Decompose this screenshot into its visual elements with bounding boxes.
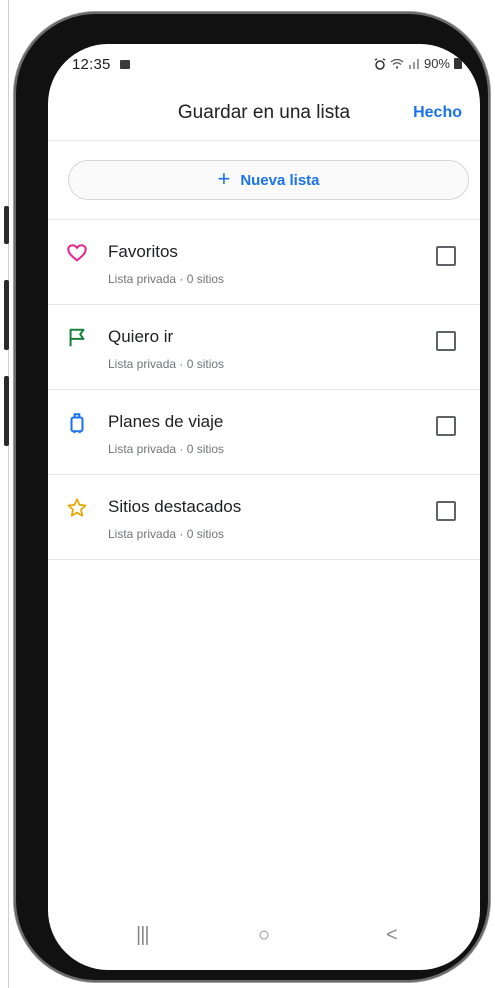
list-name: Quiero ir — [108, 327, 174, 346]
back-button[interactable]: < — [386, 924, 398, 947]
side-button-1 — [4, 206, 9, 244]
list-name: Favoritos — [108, 242, 178, 261]
list-name: Planes de viaje — [108, 412, 224, 431]
phone-frame: 12:35 90% Guardar en una lista Hecho + N… — [14, 12, 490, 982]
flag-icon — [69, 328, 85, 347]
list-item-favoritos[interactable]: Favoritos Lista privada · 0 sitios — [48, 220, 480, 304]
heart-icon — [67, 244, 87, 262]
list-item-planes-de-viaje[interactable]: Planes de viaje Lista privada · 0 sitios — [48, 390, 480, 474]
status-time: 12:35 — [72, 56, 111, 73]
screen: 12:35 90% Guardar en una lista Hecho + N… — [48, 44, 480, 970]
divider — [48, 559, 480, 560]
header: Guardar en una lista Hecho — [48, 90, 480, 141]
left-edge-line — [8, 0, 9, 988]
list-meta: Lista privada · 0 sitios — [108, 442, 225, 456]
list-item-sitios-destacados[interactable]: Sitios destacados Lista privada · 0 siti… — [48, 475, 480, 559]
battery-icon — [454, 58, 462, 69]
status-right: 90% — [374, 56, 462, 71]
plus-icon: + — [217, 166, 231, 191]
system-nav-bar: ||| ○ < — [48, 918, 480, 958]
list-meta: Lista privada · 0 sitios — [108, 357, 225, 371]
side-button-2 — [4, 280, 9, 350]
alarm-icon — [374, 57, 386, 70]
done-button[interactable]: Hecho — [413, 104, 462, 122]
star-icon — [67, 498, 87, 517]
page-title: Guardar en una lista — [177, 102, 351, 123]
checkbox[interactable] — [436, 501, 456, 521]
checkbox[interactable] — [436, 416, 456, 436]
notification-icon — [120, 60, 130, 69]
suitcase-icon — [70, 413, 84, 434]
side-button-3 — [4, 376, 9, 446]
list-item-quiero-ir[interactable]: Quiero ir Lista privada · 0 sitios — [48, 305, 480, 389]
battery-percent: 90% — [423, 56, 450, 71]
wifi-icon — [390, 58, 404, 69]
status-bar: 12:35 90% — [48, 44, 480, 86]
home-button[interactable]: ○ — [258, 924, 270, 947]
checkbox[interactable] — [436, 331, 456, 351]
signal-icon — [408, 59, 419, 69]
list-meta: Lista privada · 0 sitios — [108, 272, 225, 286]
list-meta: Lista privada · 0 sitios — [108, 527, 225, 541]
new-list-button[interactable]: + Nueva lista — [68, 160, 469, 200]
list-name: Sitios destacados — [108, 497, 242, 516]
recents-button[interactable]: ||| — [136, 924, 150, 947]
checkbox[interactable] — [436, 246, 456, 266]
new-list-label: Nueva lista — [240, 171, 320, 189]
